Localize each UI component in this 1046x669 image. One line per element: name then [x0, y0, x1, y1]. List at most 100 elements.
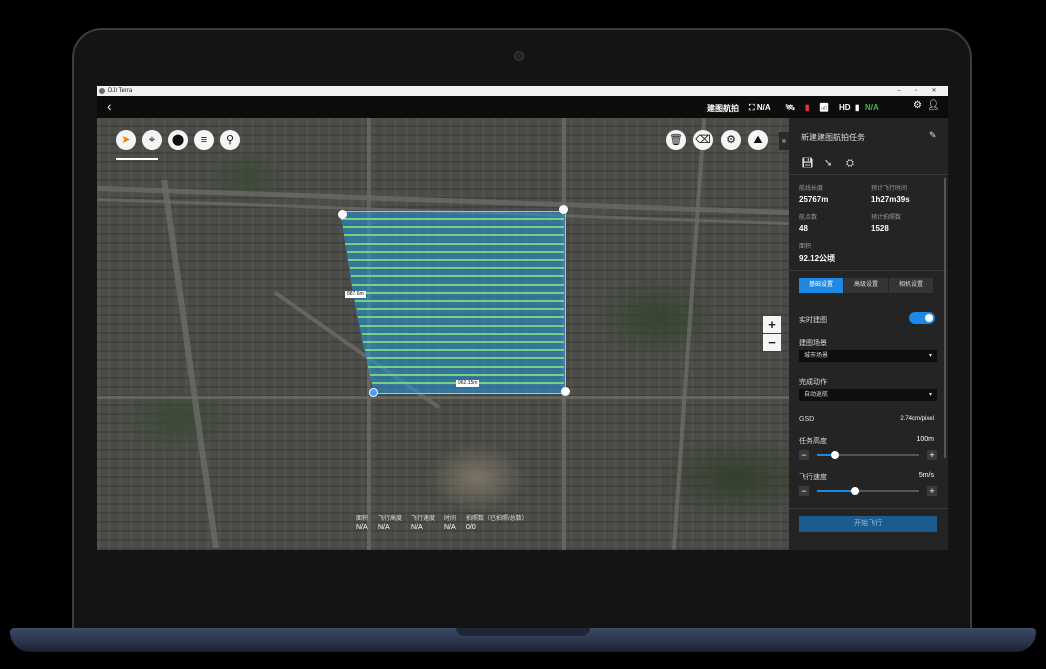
flight-route-line [346, 250, 564, 253]
altitude-increase-button[interactable]: + [927, 450, 937, 460]
panel-title: 新建建图航拍任务 [801, 133, 865, 142]
map-road [671, 118, 707, 550]
flight-route-line [356, 308, 564, 311]
status-rc-signal: ⛶ N/A [749, 103, 771, 112]
waypoints-label: 航点数 [799, 215, 818, 221]
locate-icon[interactable]: ⌖ [142, 130, 162, 150]
close-button[interactable]: ✕ [927, 86, 941, 96]
back-icon[interactable]: ‹ [107, 98, 112, 114]
settings-tabs: 基础设置 高级设置 相机设置 [799, 278, 933, 293]
flight-route-line [363, 341, 564, 343]
area-vertex-handle[interactable] [561, 387, 570, 396]
delete-icon[interactable]: 🗑︎ [666, 130, 686, 150]
status-gps: 🛰︎ [785, 103, 796, 112]
settings-icon[interactable]: ⚙ [913, 100, 922, 111]
speed-slider-handle[interactable] [850, 487, 859, 495]
flight-route-line [350, 275, 564, 278]
list-icon[interactable]: ≡ [194, 130, 214, 150]
status-hd: HD [839, 103, 851, 112]
flight-time-value: 1h27m39s [871, 195, 910, 204]
app-logo-icon [99, 88, 105, 94]
flight-route-line [370, 373, 564, 376]
zoom-out-button[interactable]: − [763, 334, 781, 351]
area-value: 92.12公顷 [799, 254, 836, 263]
webcam [514, 51, 524, 61]
status-battery: ▮ [805, 103, 810, 112]
stat-value-altitude: N/A [378, 524, 390, 531]
search-icon[interactable]: ⚲ [220, 130, 240, 150]
edit-icon[interactable]: ✎ [929, 130, 937, 141]
map-road [161, 179, 219, 549]
tab-basic[interactable]: 基础设置 [799, 278, 843, 293]
route-start-point[interactable] [369, 388, 378, 397]
flight-route-line [365, 349, 564, 352]
flight-route-line [349, 267, 564, 270]
compass-icon[interactable]: ➤ [116, 130, 136, 150]
active-tool-indicator [116, 158, 158, 160]
save-icon[interactable]: 💾︎ [801, 158, 814, 169]
scene-select[interactable]: 城市场景 ▾ [799, 350, 937, 362]
stat-label-speed: 飞行速度 [411, 516, 436, 522]
finish-action-value: 自动返航 [804, 392, 829, 398]
panel-scrollbar[interactable] [944, 178, 946, 458]
minimize-button[interactable]: – [892, 86, 906, 96]
speed-track[interactable] [817, 487, 919, 495]
terrain-icon[interactable]: ⛰︎ [748, 130, 768, 150]
speed-decrease-button[interactable]: − [799, 486, 809, 496]
map-road [97, 396, 789, 399]
flight-route-line [359, 324, 564, 327]
speed-value: 5m/s [918, 472, 934, 479]
gsd-value: 2.74cm/pixel [900, 416, 934, 422]
speed-increase-button[interactable]: + [927, 486, 937, 496]
tab-camera[interactable]: 相机设置 [889, 278, 933, 293]
toggle-knob [925, 314, 933, 322]
chevron-down-icon: ▾ [928, 353, 932, 359]
mission-mode: 建图航拍 [707, 104, 739, 113]
stat-value-time: N/A [444, 524, 456, 531]
eraser-icon[interactable]: ⌫ [693, 130, 713, 150]
area-vertex-handle[interactable] [559, 205, 568, 214]
top-status-bar: ‹ 建图航拍 ⛶ N/A 🛰︎ ▮ 📶︎ HD ▮ N/A ⚙ 👤︎ [97, 96, 948, 118]
import-icon[interactable]: ➘ [824, 158, 832, 169]
altitude-slider[interactable]: − + [799, 450, 937, 460]
flight-route-line [368, 365, 564, 368]
altitude-decrease-button[interactable]: − [799, 450, 809, 460]
finish-action-select[interactable]: 自动返航 ▾ [799, 389, 937, 401]
speed-slider[interactable]: − + [799, 486, 937, 496]
zoom-in-button[interactable]: + [763, 316, 781, 333]
route-length-label: 航线长度 [799, 186, 824, 192]
satellite-map[interactable]: ➤ ⌖ ⬤ ≡ ⚲ 🗑︎ ⌫ ⚙ ⛰︎ » + − 887.6m 962.15m… [97, 118, 789, 550]
chevron-down-icon: ▾ [928, 392, 932, 398]
realtime-mapping-toggle[interactable] [909, 312, 935, 324]
status-rc: 📶︎ [819, 103, 830, 112]
start-flight-button[interactable]: 开始飞行 [799, 516, 937, 532]
flight-route-line [341, 218, 564, 220]
window-title: DJI Terra [108, 88, 133, 94]
stat-label-altitude: 飞行高度 [378, 516, 403, 522]
waypoints-value: 48 [799, 224, 808, 233]
flight-route-line [343, 234, 564, 237]
edge-length-label: 887.6m [345, 291, 366, 298]
flight-route-line [355, 300, 564, 302]
stat-label-area: 面积 [356, 516, 369, 522]
scene-select-value: 城市场景 [804, 353, 829, 359]
reconstruct-icon[interactable]: ⛭ [846, 158, 854, 169]
stat-label-time: 时间 [444, 516, 457, 522]
flight-route-line [353, 291, 564, 294]
tab-advanced[interactable]: 高级设置 [844, 278, 888, 293]
photos-label: 预计拍照数 [871, 215, 902, 221]
laptop-notch [456, 628, 590, 636]
waypoint-settings-icon[interactable]: ⚙ [721, 130, 741, 150]
user-icon[interactable]: 👤︎ [927, 100, 940, 111]
mission-settings-panel: 新建建图航拍任务 ✎ 💾︎ ➘ ⛭ 航线长度 25767m 预计飞行时间 1h2… [789, 118, 948, 550]
map-pin-icon[interactable]: ⬤ [168, 130, 188, 150]
collapse-panel-icon[interactable]: » [779, 132, 789, 150]
divider [789, 270, 948, 271]
photos-value: 1528 [871, 224, 889, 233]
maximize-button[interactable]: ▫ [909, 86, 923, 96]
altitude-track[interactable] [817, 451, 919, 459]
window-titlebar: DJI Terra – ▫ ✕ [97, 86, 948, 96]
flight-route-line [342, 226, 564, 229]
altitude-slider-handle[interactable] [831, 451, 840, 459]
area-vertex-handle[interactable] [338, 210, 347, 219]
